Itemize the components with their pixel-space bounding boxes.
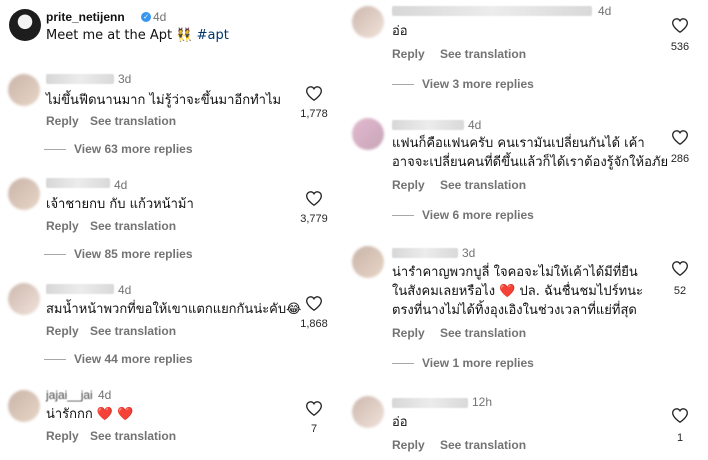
blurred-username (392, 398, 468, 408)
blurred-username (392, 120, 464, 130)
view-more-replies-button[interactable]: View 3 more replies (392, 77, 534, 91)
see-translation-button[interactable]: See translation (440, 438, 526, 452)
caption-text: Meet me at the Apt 👯 (46, 28, 193, 43)
reply-button[interactable]: Reply (392, 438, 425, 452)
like-count: 3,779 (300, 213, 328, 225)
see-translation-button[interactable]: See translation (90, 324, 176, 338)
commenter-avatar[interactable] (352, 6, 384, 38)
reply-button[interactable]: Reply (392, 326, 425, 340)
comment-time: 4d (114, 178, 128, 192)
comment-time: 3d (462, 246, 476, 260)
reply-button[interactable]: Reply (46, 429, 79, 443)
post-author-username[interactable]: prite_netijenn (46, 10, 125, 24)
commenter-avatar[interactable] (352, 246, 384, 278)
comment-time: 4d (598, 4, 612, 18)
post-author-avatar[interactable] (9, 9, 41, 41)
commenter-avatar[interactable] (352, 396, 384, 428)
view-more-replies-button[interactable]: View 1 more replies (392, 356, 534, 370)
comment-text: น่ารักกก ❤️ ❤️ (46, 407, 134, 422)
like-heart-icon[interactable] (306, 401, 322, 416)
like-count: 1,778 (300, 108, 328, 120)
like-heart-icon[interactable] (306, 296, 322, 311)
reply-button[interactable]: Reply (46, 324, 79, 338)
caption-hashtag[interactable]: #apt (197, 28, 229, 43)
post-caption: Meet me at the Apt 👯 #apt (46, 26, 229, 45)
view-more-replies-button[interactable]: View 85 more replies (44, 247, 193, 261)
comment-text-line-2: อาจจะเปลี่ยนคนที่ดีขึ้นแล้วก็ได้เราต้องร… (392, 155, 669, 170)
commenter-avatar[interactable] (8, 283, 40, 315)
view-more-replies-button[interactable]: View 63 more replies (44, 142, 193, 156)
comment-text-line-1: แฟนก็คือแฟนครับ คนเรามันเปลี่ยนกันได้ เค… (392, 136, 645, 151)
commenter-avatar[interactable] (352, 118, 384, 150)
comment-username[interactable]: jajai__jai (46, 388, 93, 402)
blurred-username (392, 6, 592, 16)
like-heart-icon[interactable] (672, 18, 688, 33)
comment-time: 3d (118, 72, 132, 86)
blurred-username (46, 74, 114, 84)
see-translation-button[interactable]: See translation (440, 178, 526, 192)
commenter-avatar[interactable] (8, 390, 40, 422)
comment-text: อ่อ (392, 415, 408, 430)
like-count: 286 (670, 153, 690, 165)
like-heart-icon[interactable] (672, 408, 688, 423)
like-count: 1,868 (300, 318, 328, 330)
comment-text: อ่อ (392, 24, 408, 39)
comment-time: 4d (118, 283, 132, 297)
blurred-username (46, 284, 114, 294)
reply-button[interactable]: Reply (46, 219, 79, 233)
left-comments-panel: prite_netijenn ✓ 4d Meet me at the Apt 👯… (0, 0, 340, 460)
see-translation-button[interactable]: See translation (90, 114, 176, 128)
comment-text-line-2: ในสังคมเลยหรือไง ❤️ ปล. ฉันชื่นชมไปร์ทนะ (392, 284, 644, 299)
like-count: 52 (673, 285, 687, 297)
comment-time: 4d (468, 118, 482, 132)
comment-text: เจ้าชายกบ กับ แก้วหน้าม้า (46, 197, 194, 212)
like-heart-icon[interactable] (672, 130, 688, 145)
post-time: 4d (153, 10, 167, 24)
see-translation-button[interactable]: See translation (440, 47, 526, 61)
see-translation-button[interactable]: See translation (440, 326, 526, 340)
comment-text: ไม่ขึ้นฟีดนานมาก ไม่รู้ว่าจะขึ้นมาอีกทำไ… (46, 93, 282, 108)
comment-text: สมน้ำหน้าพวกที่ขอให้เขาแตกแยกกันน่ะคับ😂 (46, 302, 302, 317)
comment-text-line-3: ตรงที่นางไม่ได้ทิ้งอุงเอิงในช่วงเวลาที่แ… (392, 303, 637, 318)
reply-button[interactable]: Reply (392, 178, 425, 192)
like-count: 1 (676, 432, 684, 444)
blurred-username (46, 178, 110, 188)
like-heart-icon[interactable] (306, 191, 322, 206)
see-translation-button[interactable]: See translation (90, 429, 176, 443)
like-count: 7 (310, 423, 318, 435)
commenter-avatar[interactable] (8, 178, 40, 210)
like-heart-icon[interactable] (672, 261, 688, 276)
commenter-avatar[interactable] (8, 74, 40, 106)
reply-button[interactable]: Reply (392, 47, 425, 61)
right-comments-panel: 4d อ่อ Reply See translation View 3 more… (340, 0, 708, 460)
see-translation-button[interactable]: See translation (90, 219, 176, 233)
comment-time: 4d (98, 388, 112, 402)
comment-time: 12h (472, 395, 493, 409)
like-heart-icon[interactable] (306, 86, 322, 101)
like-count: 536 (670, 41, 690, 53)
comment-text-line-1: น่ารำคาญพวกบูลี่ ใจคอจะไม่ให้เค้าได้มีที… (392, 265, 638, 280)
view-more-replies-button[interactable]: View 6 more replies (392, 208, 534, 222)
verified-badge-icon: ✓ (141, 12, 151, 22)
view-more-replies-button[interactable]: View 44 more replies (44, 352, 193, 366)
reply-button[interactable]: Reply (46, 114, 79, 128)
blurred-username (392, 248, 458, 258)
